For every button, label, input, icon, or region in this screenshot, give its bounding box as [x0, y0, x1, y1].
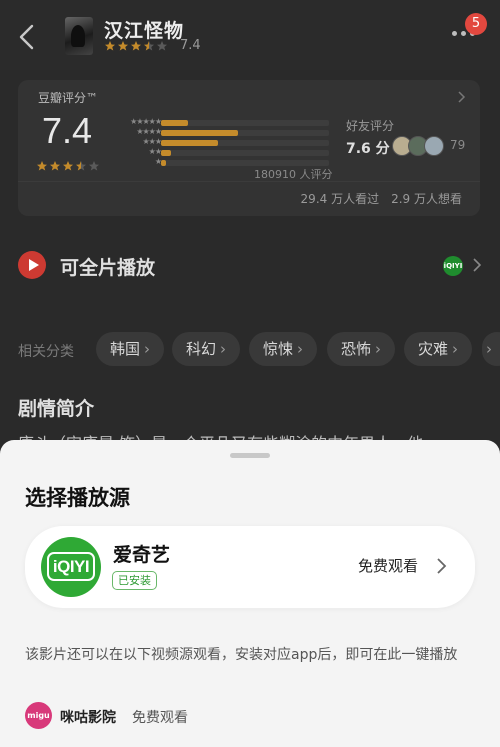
star-icon: [63, 161, 73, 171]
dot-icon: [452, 31, 457, 36]
rating-bar-track: [161, 120, 329, 126]
category-chip-partial[interactable]: [482, 332, 500, 366]
star-icon: [131, 41, 141, 51]
watched-count[interactable]: 29.4 万人看过: [301, 190, 380, 207]
rating-bar-label: ★★: [148, 147, 162, 156]
douban-rating-stars: [36, 160, 100, 172]
star-icon: [118, 41, 128, 51]
dot-icon: [461, 31, 466, 36]
rating-bar-fill: [161, 150, 172, 156]
sheet-title: 选择播放源: [25, 486, 130, 510]
rating-bar-label: ★★★★: [136, 127, 162, 136]
wanted-count[interactable]: 2.9 万人想看: [391, 190, 462, 207]
rating-bar-track: [161, 130, 329, 136]
rating-bar-fill: [161, 120, 188, 126]
installed-badge: 已安装: [112, 571, 157, 590]
rating-bar-label: ★★★★★: [130, 117, 162, 126]
iqiyi-logo-icon: iQIYI: [41, 537, 101, 597]
sheet-note: 该影片还可以在以下视频源观看，安装对应app后，即可在此一键播放: [25, 647, 458, 663]
category-chip[interactable]: 灾难: [404, 332, 473, 366]
migu-logo-icon: migu: [25, 702, 52, 729]
friends-rating-score: 7.6 分: [346, 141, 390, 157]
rating-card-title: 豆瓣评分™: [38, 91, 99, 105]
header-rating-stars: [104, 40, 168, 52]
playback-label: 可全片播放: [60, 257, 156, 279]
back-icon[interactable]: [16, 22, 38, 52]
chevron-right-icon: [437, 558, 447, 574]
header-score: 7.4: [180, 38, 201, 53]
header: 汉江怪物 7.4 5: [0, 0, 500, 70]
friends-count: 79: [450, 138, 466, 152]
rating-bar-row: ★★★: [113, 137, 333, 148]
rating-bar-fill: [161, 160, 167, 166]
rating-bar-track: [161, 140, 329, 146]
rating-bar-fill: [161, 130, 239, 136]
iqiyi-icon: iQIYI: [443, 256, 463, 276]
playback-row[interactable]: 可全片播放 iQIYI: [18, 248, 488, 284]
douban-score: 7.4: [42, 110, 93, 151]
alt-source-action: 免费观看: [132, 710, 188, 726]
category-row: 相关分类 韩国 科幻 惊悚 恐怖 灾难: [18, 332, 500, 368]
star-icon: [76, 161, 86, 171]
rating-count: 180910 人评分: [254, 168, 333, 181]
category-chip[interactable]: 韩国: [96, 332, 165, 366]
notification-badge[interactable]: 5: [465, 13, 487, 35]
star-icon: [37, 161, 47, 171]
source-option-iqiyi[interactable]: iQIYI 爱奇艺 已安装 免费观看: [25, 526, 475, 608]
category-chip[interactable]: 惊悚: [249, 332, 318, 366]
alt-source-name: 咪咕影院: [60, 710, 116, 726]
chevron-right-icon: [473, 258, 482, 272]
star-icon: [50, 161, 60, 171]
star-icon: [105, 41, 115, 51]
rating-bar-row: ★★: [113, 147, 333, 158]
watch-stats: 29.4 万人看过 2.9 万人想看: [301, 190, 462, 207]
movie-poster[interactable]: [65, 17, 93, 55]
rating-bar-track: [161, 150, 329, 156]
friend-avatars[interactable]: [392, 136, 444, 156]
rating-card[interactable]: 豆瓣评分™ 7.4 ★★★★★ ★★★★ ★★★ ★★ ★ 180910 人评分 好友评…: [18, 80, 480, 216]
source-action: 免费观看: [358, 557, 419, 575]
star-icon: [157, 41, 167, 51]
category-chip[interactable]: 科幻: [172, 332, 241, 366]
playback-source-sheet: 选择播放源 iQIYI 爱奇艺 已安装 免费观看 该影片还可以在以下视频源观看，…: [0, 440, 500, 747]
sheet-drag-handle[interactable]: [230, 453, 270, 458]
star-icon: [144, 41, 154, 51]
avatar: [424, 136, 444, 156]
rating-bar-label: ★★★: [142, 137, 161, 146]
synopsis-title: 剧情简介: [18, 398, 95, 420]
chevron-right-icon: [458, 91, 466, 103]
source-option-migu[interactable]: migu 咪咕影院 免费观看: [25, 702, 325, 730]
play-icon: [18, 251, 46, 279]
star-icon: [89, 161, 99, 171]
category-label: 相关分类: [18, 344, 74, 360]
page-title: 汉江怪物: [104, 20, 185, 42]
source-name: 爱奇艺: [113, 544, 171, 566]
friends-rating-label: 好友评分: [346, 119, 395, 133]
category-chip[interactable]: 恐怖: [327, 332, 396, 366]
divider: [18, 181, 480, 182]
rating-bar-fill: [161, 140, 219, 146]
